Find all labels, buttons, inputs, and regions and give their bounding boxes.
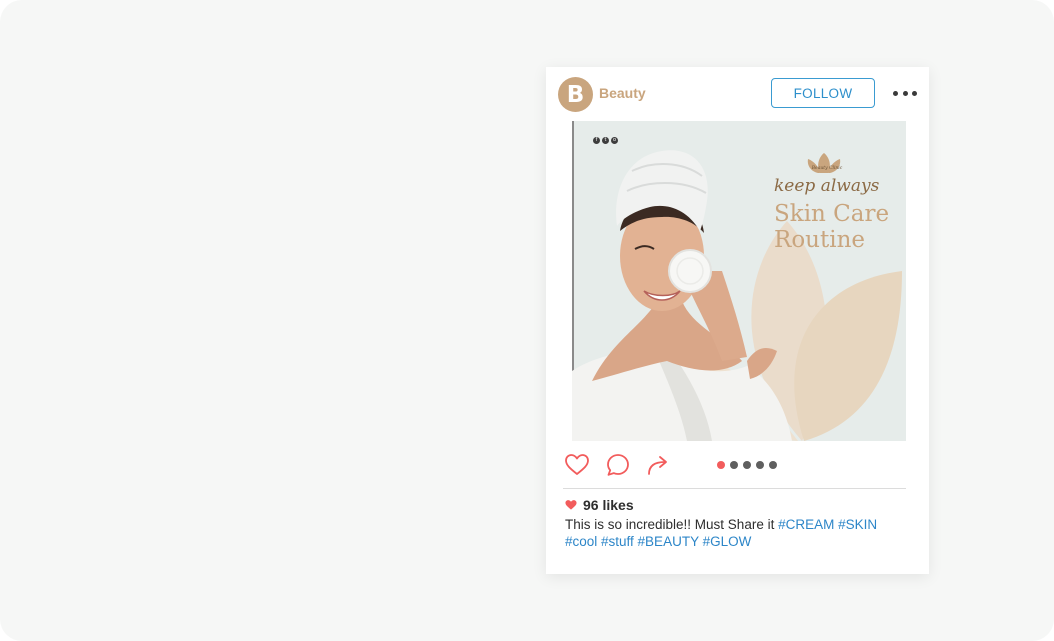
follow-button[interactable]: FOLLOW [771, 78, 875, 108]
carousel-dot[interactable] [730, 461, 738, 469]
heart-filled-icon [565, 500, 577, 510]
more-options-icon[interactable] [893, 89, 917, 97]
post-image[interactable]: f t o Beauty Clinic keep always Skin Car… [572, 121, 906, 441]
likes-count[interactable]: 96 likes [583, 497, 634, 513]
avatar[interactable]: B [558, 77, 593, 112]
post-caption: This is so incredible!! Must Share it #C… [565, 516, 910, 550]
likes-row: 96 likes [565, 497, 634, 513]
carousel-dot[interactable] [769, 461, 777, 469]
brand-name: Beauty Clinic [811, 166, 843, 171]
social-icons-row: f t o [593, 137, 618, 144]
image-headline: Skin Care Routine [774, 201, 890, 253]
social-post-card: B Beauty FOLLOW f t o Beauty Clinic keep… [546, 67, 929, 574]
carousel-dot[interactable] [743, 461, 751, 469]
heart-icon[interactable] [564, 452, 590, 478]
divider [563, 488, 906, 489]
post-header: B Beauty FOLLOW [546, 67, 929, 122]
comment-icon[interactable] [605, 452, 631, 478]
facebook-icon: f [593, 137, 600, 144]
carousel-dot[interactable] [717, 461, 725, 469]
carousel-indicator [717, 461, 777, 469]
image-tagline: keep always [774, 176, 880, 196]
instagram-icon: o [611, 137, 618, 144]
twitter-icon: t [602, 137, 609, 144]
username[interactable]: Beauty [599, 85, 646, 101]
share-icon[interactable] [645, 452, 671, 478]
page-background: B Beauty FOLLOW f t o Beauty Clinic keep… [0, 0, 1054, 641]
carousel-dot[interactable] [756, 461, 764, 469]
caption-text: This is so incredible!! Must Share it [565, 517, 775, 532]
post-actions [564, 452, 914, 478]
